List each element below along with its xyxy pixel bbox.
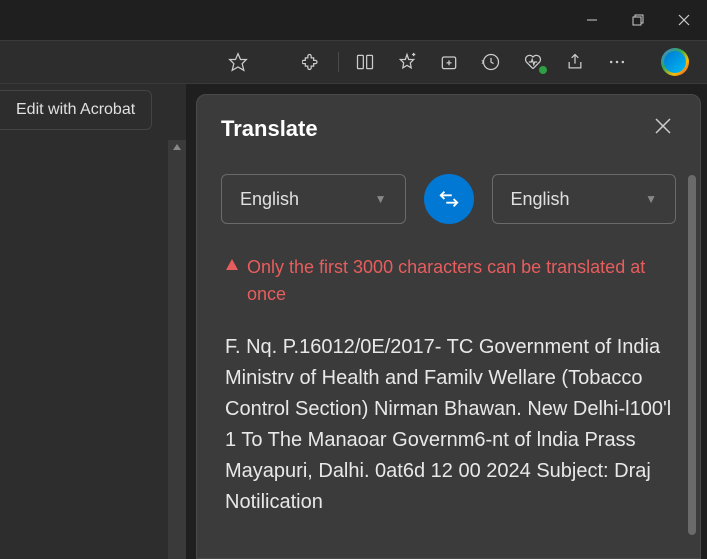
- window-titlebar: [0, 0, 707, 40]
- source-language-select[interactable]: English ▼: [221, 174, 406, 224]
- source-language-label: English: [240, 189, 299, 210]
- share-button[interactable]: [555, 44, 595, 80]
- left-panel: Edit with Acrobat: [0, 84, 186, 559]
- warning-message: Only the first 3000 characters can be tr…: [197, 242, 700, 312]
- chevron-down-icon: ▼: [645, 192, 657, 206]
- star-icon: [228, 52, 248, 72]
- target-language-label: English: [511, 189, 570, 210]
- puzzle-icon: [302, 52, 322, 72]
- translate-panel: Translate English ▼ English ▼ Only the f…: [196, 94, 701, 559]
- split-icon: [355, 52, 375, 72]
- extensions-button[interactable]: [292, 44, 332, 80]
- triangle-up-icon: [172, 142, 182, 152]
- language-selector-row: English ▼ English ▼: [197, 168, 700, 242]
- history-button[interactable]: [471, 44, 511, 80]
- warning-text: Only the first 3000 characters can be tr…: [247, 254, 672, 308]
- copilot-icon: [661, 48, 689, 76]
- close-panel-button[interactable]: [650, 113, 676, 144]
- star-plus-icon: [397, 52, 417, 72]
- share-icon: [565, 52, 585, 72]
- copilot-button[interactable]: [655, 44, 695, 80]
- history-icon: [481, 52, 501, 72]
- maximize-icon: [632, 14, 644, 26]
- minimize-button[interactable]: [569, 0, 615, 40]
- left-scrollbar[interactable]: [168, 140, 186, 559]
- split-screen-button[interactable]: [345, 44, 385, 80]
- status-dot: [539, 66, 547, 74]
- close-icon: [654, 117, 672, 135]
- swap-icon: [438, 188, 460, 210]
- chevron-down-icon: ▼: [375, 192, 387, 206]
- performance-button[interactable]: [513, 44, 553, 80]
- panel-title: Translate: [221, 116, 318, 142]
- close-window-button[interactable]: [661, 0, 707, 40]
- browser-toolbar: [0, 40, 707, 84]
- collection-icon: [439, 52, 459, 72]
- collections-button[interactable]: [429, 44, 469, 80]
- toolbar-divider: [338, 52, 339, 72]
- swap-languages-button[interactable]: [424, 174, 474, 224]
- warning-icon: [225, 258, 239, 272]
- maximize-button[interactable]: [615, 0, 661, 40]
- more-icon: [607, 52, 627, 72]
- more-button[interactable]: [597, 44, 637, 80]
- close-icon: [678, 14, 690, 26]
- translated-text: F. Nq. P.16012/0E/2017- TC Government of…: [197, 312, 700, 518]
- panel-header: Translate: [197, 95, 700, 168]
- favorite-star-button[interactable]: [218, 44, 258, 80]
- panel-scrollbar[interactable]: [688, 175, 696, 535]
- content-area: Edit with Acrobat Translate English ▼ En…: [0, 84, 707, 559]
- minimize-icon: [586, 14, 598, 26]
- favorites-button[interactable]: [387, 44, 427, 80]
- edit-acrobat-button[interactable]: Edit with Acrobat: [0, 90, 152, 130]
- target-language-select[interactable]: English ▼: [492, 174, 677, 224]
- scroll-up-arrow[interactable]: [170, 140, 184, 154]
